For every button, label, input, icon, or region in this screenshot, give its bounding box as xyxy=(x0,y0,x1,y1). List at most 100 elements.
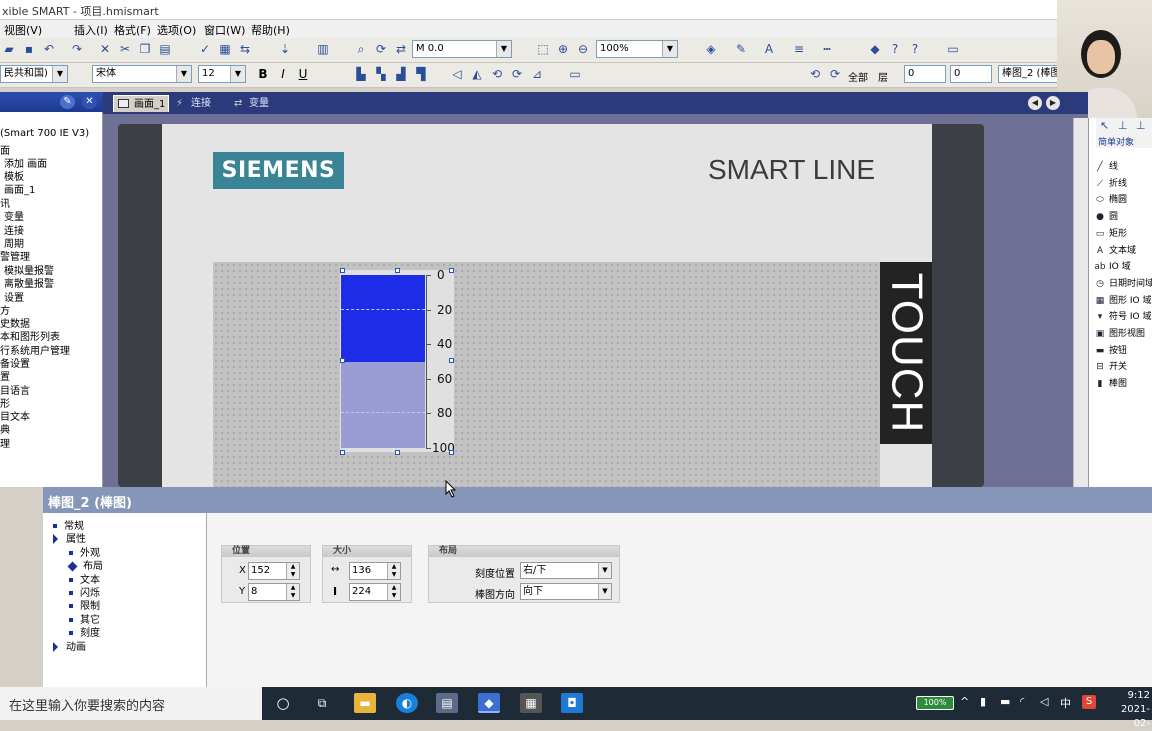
toolbox-item[interactable]: ● 圆 xyxy=(1094,209,1118,224)
file-explorer-icon[interactable]: ▬ xyxy=(354,693,376,713)
line-color-icon[interactable]: ✎ xyxy=(734,42,748,56)
align-center-icon[interactable]: ▚ xyxy=(374,67,388,81)
taskbar-search[interactable]: 在这里输入你要搜索的内容 xyxy=(0,687,262,720)
refresh-icon[interactable]: ⟳ xyxy=(374,42,388,56)
wifi-icon[interactable]: ◜ xyxy=(1020,695,1024,708)
toolbox-item[interactable]: ▣ 图形视图 xyxy=(1094,326,1145,341)
spinner-icon[interactable]: ▲ ▼ xyxy=(387,563,400,579)
zoom-in-icon[interactable]: ⊕ xyxy=(556,42,570,56)
transfer-icon[interactable]: ⇆ xyxy=(238,42,252,56)
underline-icon[interactable]: U xyxy=(296,67,310,81)
toolbox-item[interactable]: ╱ 线 xyxy=(1094,159,1118,174)
copy-icon[interactable]: ❐ xyxy=(138,42,152,56)
align-top-icon[interactable]: ▜ xyxy=(414,67,428,81)
scroll-left-icon[interactable]: ◀ xyxy=(1028,96,1042,110)
app-icon[interactable]: ◘ xyxy=(561,693,583,713)
simulate-icon[interactable]: ▥ xyxy=(316,42,330,56)
menu-format[interactable]: 格式(F) xyxy=(114,22,151,38)
layer-spin-1[interactable]: 0 xyxy=(904,65,946,83)
tray-chevron-icon[interactable]: ^ xyxy=(960,695,969,708)
toolbox-item[interactable]: ▾ 符号 IO 域 xyxy=(1094,309,1152,324)
app-icon[interactable]: ▦ xyxy=(520,693,542,713)
close-icon[interactable]: ✕ xyxy=(82,95,97,109)
flip-icon[interactable]: ◁ xyxy=(450,67,464,81)
toolbox-group-title[interactable]: 简单对象 xyxy=(1098,135,1134,148)
align-left-icon[interactable]: ▙ xyxy=(354,67,368,81)
spinner-icon[interactable]: ▲ ▼ xyxy=(286,584,299,600)
spinner-icon[interactable]: ▲ ▼ xyxy=(286,563,299,579)
tab-screen-1[interactable]: 画面_1 xyxy=(113,95,169,112)
resize-handle[interactable] xyxy=(449,268,454,273)
group-icon[interactable]: ⟲ xyxy=(808,67,822,81)
zoom-out-icon[interactable]: ⊖ xyxy=(576,42,590,56)
help-icon[interactable]: ? xyxy=(888,42,902,56)
properties-tree-item[interactable]: 动画 xyxy=(53,638,86,653)
cortana-icon[interactable]: ○ xyxy=(272,693,294,713)
task-view-icon[interactable]: ⧉ xyxy=(311,693,333,713)
bold-icon[interactable]: B xyxy=(256,67,270,81)
rotate-icon[interactable]: ⟲ xyxy=(490,67,504,81)
volume-icon[interactable]: ◁ xyxy=(1040,695,1048,708)
line-dash-icon[interactable]: ┅ xyxy=(820,42,834,56)
menu-window[interactable]: 窗口(W) xyxy=(204,22,245,38)
toolbox-item[interactable]: ▦ 图形 IO 域 xyxy=(1094,293,1152,308)
x-field[interactable]: 152 ▲ ▼ xyxy=(248,562,300,580)
line-style-icon[interactable]: ≡ xyxy=(792,42,806,56)
replace-icon[interactable]: ⇄ xyxy=(394,42,408,56)
binoculars-icon[interactable]: ⌕ xyxy=(354,42,368,56)
tree-item[interactable]: 典 xyxy=(0,421,10,436)
resize-handle[interactable] xyxy=(449,358,454,363)
toolbox-item[interactable]: ▭ 矩形 xyxy=(1094,226,1127,241)
resize-handle[interactable] xyxy=(340,450,345,455)
delete-icon[interactable]: ✕ xyxy=(98,42,112,56)
spinner-icon[interactable]: ▲ ▼ xyxy=(387,584,400,600)
library-icon[interactable]: ◆ xyxy=(868,42,882,56)
toolbox-item[interactable]: ◷ 日期时间域 xyxy=(1094,276,1152,291)
mirror-icon[interactable]: ◭ xyxy=(470,67,484,81)
align-right-icon[interactable]: ▟ xyxy=(394,67,408,81)
y-field[interactable]: 8 ▲ ▼ xyxy=(248,583,300,601)
tree-item[interactable]: (Smart 700 IE V3) xyxy=(0,128,89,139)
toolbox-item[interactable]: ⊟ 开关 xyxy=(1094,359,1127,374)
open-icon[interactable]: ▰ xyxy=(2,42,16,56)
tree-item[interactable]: 本和图形列表 xyxy=(0,328,60,343)
battery-indicator[interactable]: 100% xyxy=(916,696,954,710)
download-icon[interactable]: ⇣ xyxy=(278,42,292,56)
compile-icon[interactable]: ▦ xyxy=(218,42,232,56)
toolbox-item[interactable]: ▮ 棒图 xyxy=(1094,376,1128,391)
zoom-combo[interactable]: 100% ▼ xyxy=(596,40,678,58)
resize-handle[interactable] xyxy=(395,450,400,455)
scroll-right-icon[interactable]: ▶ xyxy=(1046,96,1060,110)
toolbox-item[interactable]: ab IO 域 xyxy=(1094,259,1130,274)
tag-combo[interactable]: M 0.0 ▼ xyxy=(412,40,512,58)
undo-icon[interactable]: ↶ xyxy=(42,42,56,56)
browser-icon[interactable]: ◐ xyxy=(396,693,418,713)
pointer-icon[interactable]: ↖ xyxy=(1100,119,1109,132)
font-size-combo[interactable]: 12 ▼ xyxy=(198,65,246,83)
taskbar-clock[interactable]: 9:12 2021-02- xyxy=(1112,689,1150,731)
screen-canvas[interactable] xyxy=(213,262,880,487)
tree-item[interactable]: 置 xyxy=(0,368,10,383)
wincc-app-icon[interactable]: ◆ xyxy=(478,693,500,713)
pin-icon[interactable]: ✎ xyxy=(60,95,75,109)
italic-icon[interactable]: I xyxy=(276,67,290,81)
language-combo[interactable]: 民共和国) ▼ xyxy=(0,65,68,83)
tab-connections[interactable]: ⚡ 连接 xyxy=(171,95,225,112)
tree-item[interactable]: 画面_1 xyxy=(4,181,35,196)
resize-handle[interactable] xyxy=(340,268,345,273)
tree-item[interactable]: 离散量报警 xyxy=(4,275,54,290)
editor-scrollbar[interactable] xyxy=(1073,118,1088,487)
tree-item[interactable]: 警管理 xyxy=(0,248,30,263)
menu-help[interactable]: 帮助(H) xyxy=(251,22,290,38)
distribute-icon[interactable]: ⊿ xyxy=(530,67,544,81)
rotate-right-icon[interactable]: ⟳ xyxy=(510,67,524,81)
save-icon[interactable]: ▪ xyxy=(22,42,36,56)
layout-icon[interactable]: ▭ xyxy=(946,42,960,56)
redo-icon[interactable]: ↷ xyxy=(70,42,84,56)
check-icon[interactable]: ✓ xyxy=(198,42,212,56)
align-objects-icon[interactable]: ▭ xyxy=(568,67,582,81)
toolbox-item[interactable]: A 文本域 xyxy=(1094,243,1136,258)
zoom-area-icon[interactable]: ⬚ xyxy=(536,42,550,56)
tree-item[interactable]: 理 xyxy=(0,435,10,450)
resize-handle[interactable] xyxy=(395,268,400,273)
